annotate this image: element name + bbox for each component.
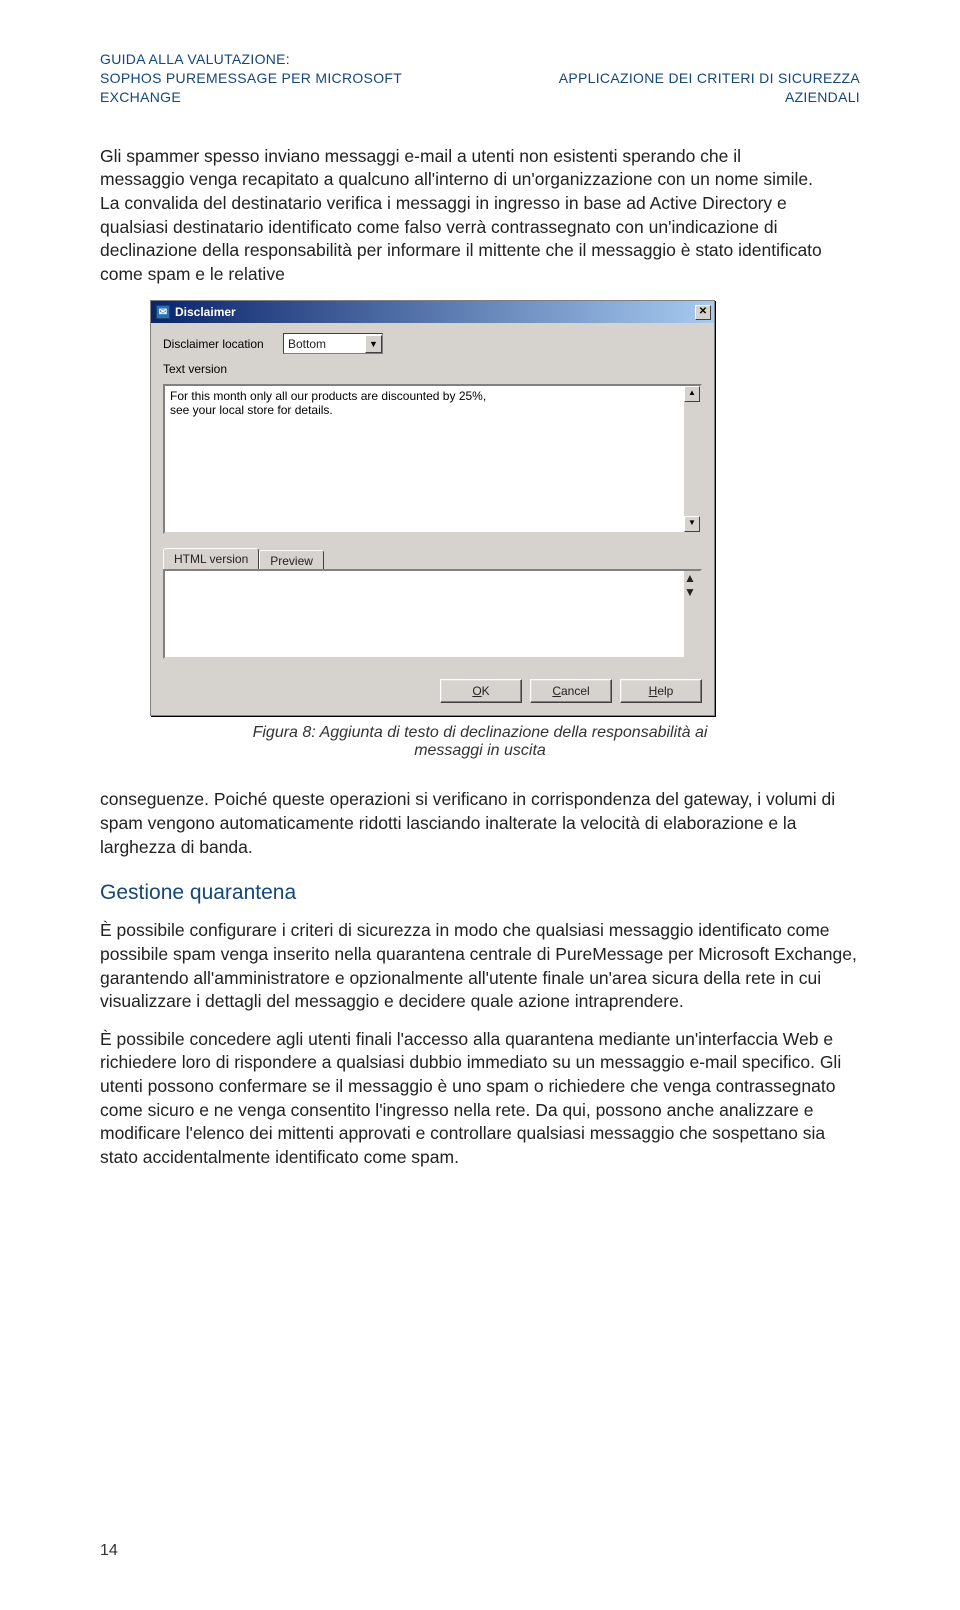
ok-button[interactable]: OK xyxy=(440,679,522,703)
section-heading-quarantine: Gestione quarantena xyxy=(100,881,860,905)
tab-preview[interactable]: Preview xyxy=(259,550,324,569)
disclaimer-location-select[interactable]: Bottom ▼ xyxy=(283,333,383,354)
html-version-textarea[interactable]: ▲ ▼ xyxy=(163,569,702,659)
text-version-textarea[interactable]: For this month only all our products are… xyxy=(163,384,702,534)
scrollbar[interactable]: ▲ ▼ xyxy=(684,386,700,532)
tab-row: HTML version Preview xyxy=(163,548,702,569)
scroll-down-icon[interactable]: ▼ xyxy=(684,585,700,599)
header-right: APPLICAZIONE DEI CRITERI DI SICUREZZA AZ… xyxy=(484,69,860,107)
help-button[interactable]: Help xyxy=(620,679,702,703)
dialog-button-row: OK Cancel Help xyxy=(163,679,702,703)
chevron-down-icon: ▼ xyxy=(365,335,382,353)
paragraph-4: È possibile concedere agli utenti finali… xyxy=(100,1028,860,1170)
tab-html-version[interactable]: HTML version xyxy=(163,548,259,569)
text-version-label: Text version xyxy=(163,362,283,376)
header-left-line1: GUIDA ALLA VALUTAZIONE: xyxy=(100,50,484,69)
page-header: GUIDA ALLA VALUTAZIONE: SOPHOS PUREMESSA… xyxy=(100,50,860,107)
select-value: Bottom xyxy=(288,337,326,351)
dialog-titlebar: ✉ Disclaimer ✕ xyxy=(151,301,714,323)
paragraph-1: Gli spammer spesso inviano messaggi e-ma… xyxy=(100,145,830,287)
textarea-content: For this month only all our products are… xyxy=(170,389,486,417)
scroll-down-icon[interactable]: ▼ xyxy=(684,516,700,532)
close-icon[interactable]: ✕ xyxy=(695,305,711,320)
scroll-up-icon[interactable]: ▲ xyxy=(684,386,700,402)
scroll-up-icon[interactable]: ▲ xyxy=(684,571,700,585)
dialog-screenshot: ✉ Disclaimer ✕ Disclaimer location Botto… xyxy=(150,300,860,716)
header-left-line2: SOPHOS PUREMESSAGE PER MICROSOFT EXCHANG… xyxy=(100,69,484,107)
disclaimer-dialog: ✉ Disclaimer ✕ Disclaimer location Botto… xyxy=(150,300,715,716)
header-left: GUIDA ALLA VALUTAZIONE: SOPHOS PUREMESSA… xyxy=(100,50,484,107)
figure-caption: Figura 8: Aggiunta di testo di declinazi… xyxy=(230,724,730,760)
page-number: 14 xyxy=(100,1542,118,1560)
cancel-button[interactable]: Cancel xyxy=(530,679,612,703)
dialog-icon: ✉ xyxy=(156,305,170,319)
paragraph-3: È possibile configurare i criteri di sic… xyxy=(100,919,860,1014)
disclaimer-location-label: Disclaimer location xyxy=(163,337,283,351)
scrollbar[interactable]: ▲ ▼ xyxy=(684,571,700,657)
paragraph-2: conseguenze. Poiché queste operazioni si… xyxy=(100,788,860,859)
dialog-title: Disclaimer xyxy=(175,305,695,319)
